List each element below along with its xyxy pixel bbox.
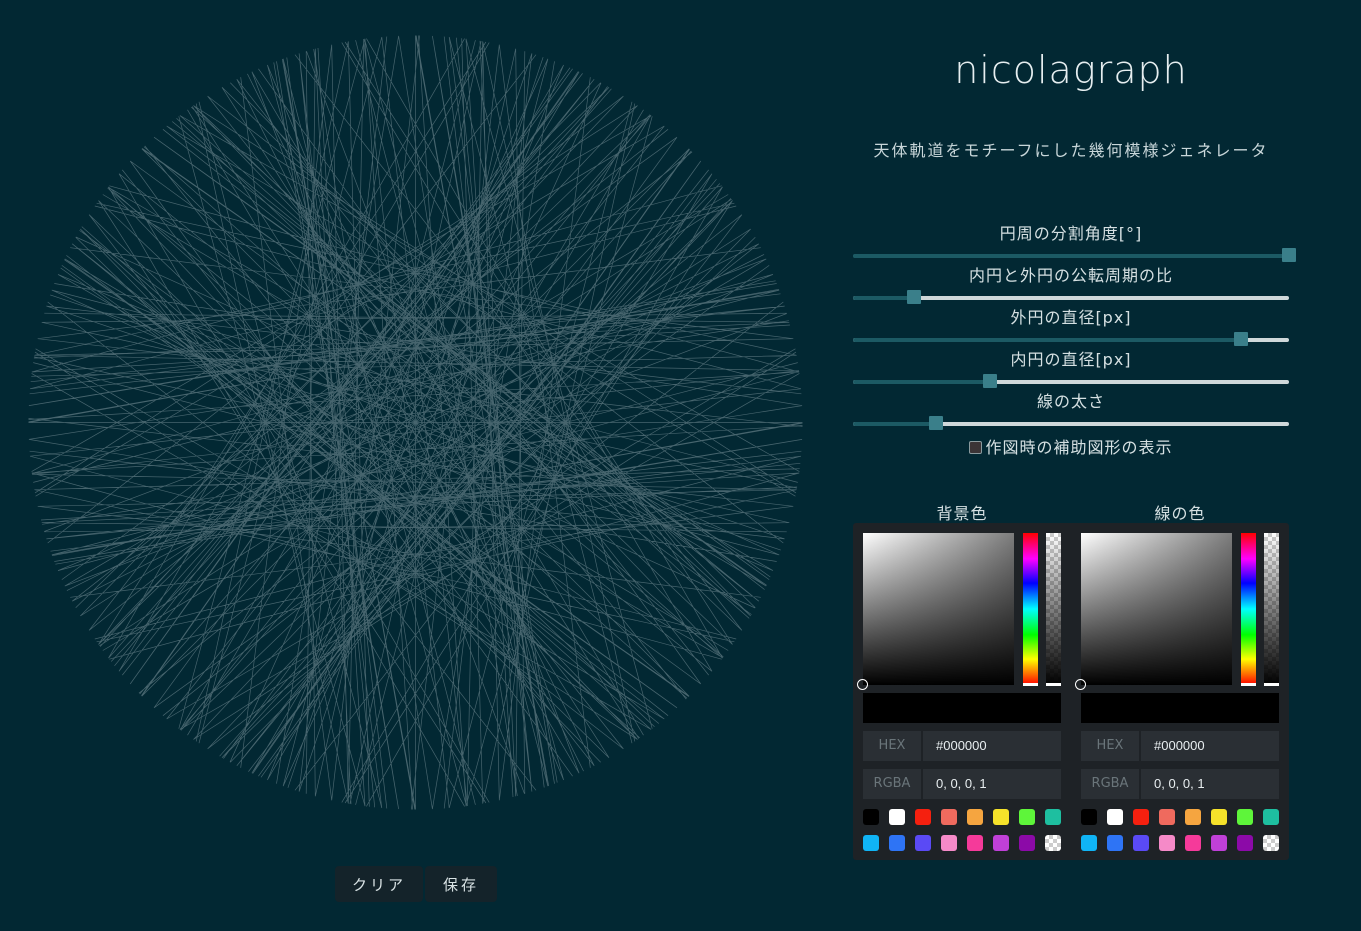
line-width-slider: 線の太さ [853, 392, 1289, 430]
color-swatch[interactable] [889, 835, 905, 851]
app-subtitle: 天体軌道をモチーフにした幾何模様ジェネレータ [873, 141, 1269, 160]
color-swatch[interactable] [993, 809, 1009, 825]
color-swatch[interactable] [1133, 835, 1149, 851]
slider-track[interactable] [853, 248, 1296, 262]
slider-track[interactable] [853, 332, 1289, 346]
slider-thumb[interactable] [928, 416, 943, 430]
slider-label: 円周の分割角度[°] [999, 224, 1143, 243]
hue-handle[interactable] [1241, 683, 1256, 686]
slider-thumb[interactable] [983, 374, 998, 388]
pattern-lines [28, 35, 803, 810]
color-swatch[interactable] [1263, 809, 1279, 825]
color-pickers-panel: HEX #000000 RGBA 0, 0, 0, 1 HEX #000000 … [853, 523, 1289, 860]
geometric-pattern-canvas [28, 35, 803, 810]
saturation-value-area[interactable] [1081, 533, 1232, 685]
color-swatch[interactable] [1211, 835, 1227, 851]
alpha-handle[interactable] [1046, 683, 1061, 686]
line-color-label: 線の色 [1154, 504, 1206, 523]
slider-label: 線の太さ [1036, 392, 1105, 411]
canvas-actions: クリア 保存 [335, 866, 497, 902]
color-preview [863, 693, 1061, 723]
color-preview [1081, 693, 1279, 723]
color-swatch[interactable] [915, 809, 931, 825]
rgba-row: RGBA 0, 0, 0, 1 [863, 769, 1061, 799]
division-angle-slider: 円周の分割角度[°] [853, 224, 1296, 262]
color-swatch[interactable] [1159, 809, 1175, 825]
hex-input[interactable]: #000000 [1141, 731, 1279, 761]
clear-button[interactable]: クリア [335, 866, 423, 902]
inner-diameter-slider: 内円の直径[px] [853, 350, 1289, 388]
color-swatch[interactable] [1019, 809, 1035, 825]
hex-row: HEX #000000 [1081, 731, 1279, 761]
slider-thumb[interactable] [1234, 332, 1249, 346]
saturation-value-area[interactable] [863, 533, 1014, 685]
color-swatch[interactable] [941, 809, 957, 825]
color-swatch[interactable] [1019, 835, 1035, 851]
sv-handle[interactable] [1075, 679, 1086, 690]
outer-diameter-slider: 外円の直径[px] [853, 308, 1289, 346]
rgba-label: RGBA [1081, 769, 1139, 799]
color-swatch[interactable] [863, 809, 879, 825]
save-button[interactable]: 保存 [425, 866, 497, 902]
slider-thumb[interactable] [907, 290, 922, 304]
background-color-label: 背景色 [936, 504, 988, 523]
color-swatch[interactable] [1107, 835, 1123, 851]
swatch-grid [863, 809, 1061, 851]
color-swatch[interactable] [915, 835, 931, 851]
alpha-handle[interactable] [1264, 683, 1279, 686]
sv-handle[interactable] [857, 679, 868, 690]
rgba-input[interactable]: 0, 0, 0, 1 [1141, 769, 1279, 799]
color-swatch[interactable] [1081, 809, 1097, 825]
hue-slider[interactable] [1241, 533, 1256, 685]
hex-label: HEX [863, 731, 921, 761]
slider-track[interactable] [853, 416, 1289, 430]
color-swatch[interactable] [967, 835, 983, 851]
slider-thumb[interactable] [1282, 248, 1296, 262]
hue-handle[interactable] [1023, 683, 1038, 686]
color-swatch[interactable] [1133, 809, 1149, 825]
alpha-slider[interactable] [1264, 533, 1279, 685]
hex-input[interactable]: #000000 [923, 731, 1061, 761]
hue-slider[interactable] [1023, 533, 1038, 685]
color-swatch[interactable] [941, 835, 957, 851]
period-ratio-slider: 内円と外円の公転周期の比 [853, 266, 1289, 304]
color-swatch[interactable] [1237, 835, 1253, 851]
helper-shapes-checkbox[interactable] [969, 441, 983, 454]
color-swatch[interactable] [889, 809, 905, 825]
color-swatch[interactable] [1263, 835, 1279, 851]
color-swatch[interactable] [1237, 809, 1253, 825]
swatch-grid [1081, 809, 1279, 851]
slider-track[interactable] [853, 374, 1289, 388]
hex-label: HEX [1081, 731, 1139, 761]
color-swatch[interactable] [1045, 835, 1061, 851]
helper-shapes-toggle[interactable]: 作図時の補助図形の表示 [853, 434, 1289, 458]
slider-label: 外円の直径[px] [1010, 308, 1132, 327]
color-swatch[interactable] [993, 835, 1009, 851]
rgba-input[interactable]: 0, 0, 0, 1 [923, 769, 1061, 799]
color-swatch[interactable] [1185, 835, 1201, 851]
slider-label: 内円と外円の公転周期の比 [968, 266, 1173, 285]
slider-track[interactable] [853, 290, 1289, 304]
rgba-row: RGBA 0, 0, 0, 1 [1081, 769, 1279, 799]
color-swatch[interactable] [863, 835, 879, 851]
color-swatch[interactable] [1081, 835, 1097, 851]
checkbox-label: 作図時の補助図形の表示 [985, 438, 1173, 457]
color-swatch[interactable] [1211, 809, 1227, 825]
color-swatch[interactable] [1185, 809, 1201, 825]
color-swatch[interactable] [1159, 835, 1175, 851]
color-swatch[interactable] [1045, 809, 1061, 825]
alpha-slider[interactable] [1046, 533, 1061, 685]
color-swatch[interactable] [1107, 809, 1123, 825]
hex-row: HEX #000000 [863, 731, 1061, 761]
rgba-label: RGBA [863, 769, 921, 799]
slider-label: 内円の直径[px] [1010, 350, 1132, 369]
app-title: nicolagraph [954, 48, 1188, 92]
color-swatch[interactable] [967, 809, 983, 825]
